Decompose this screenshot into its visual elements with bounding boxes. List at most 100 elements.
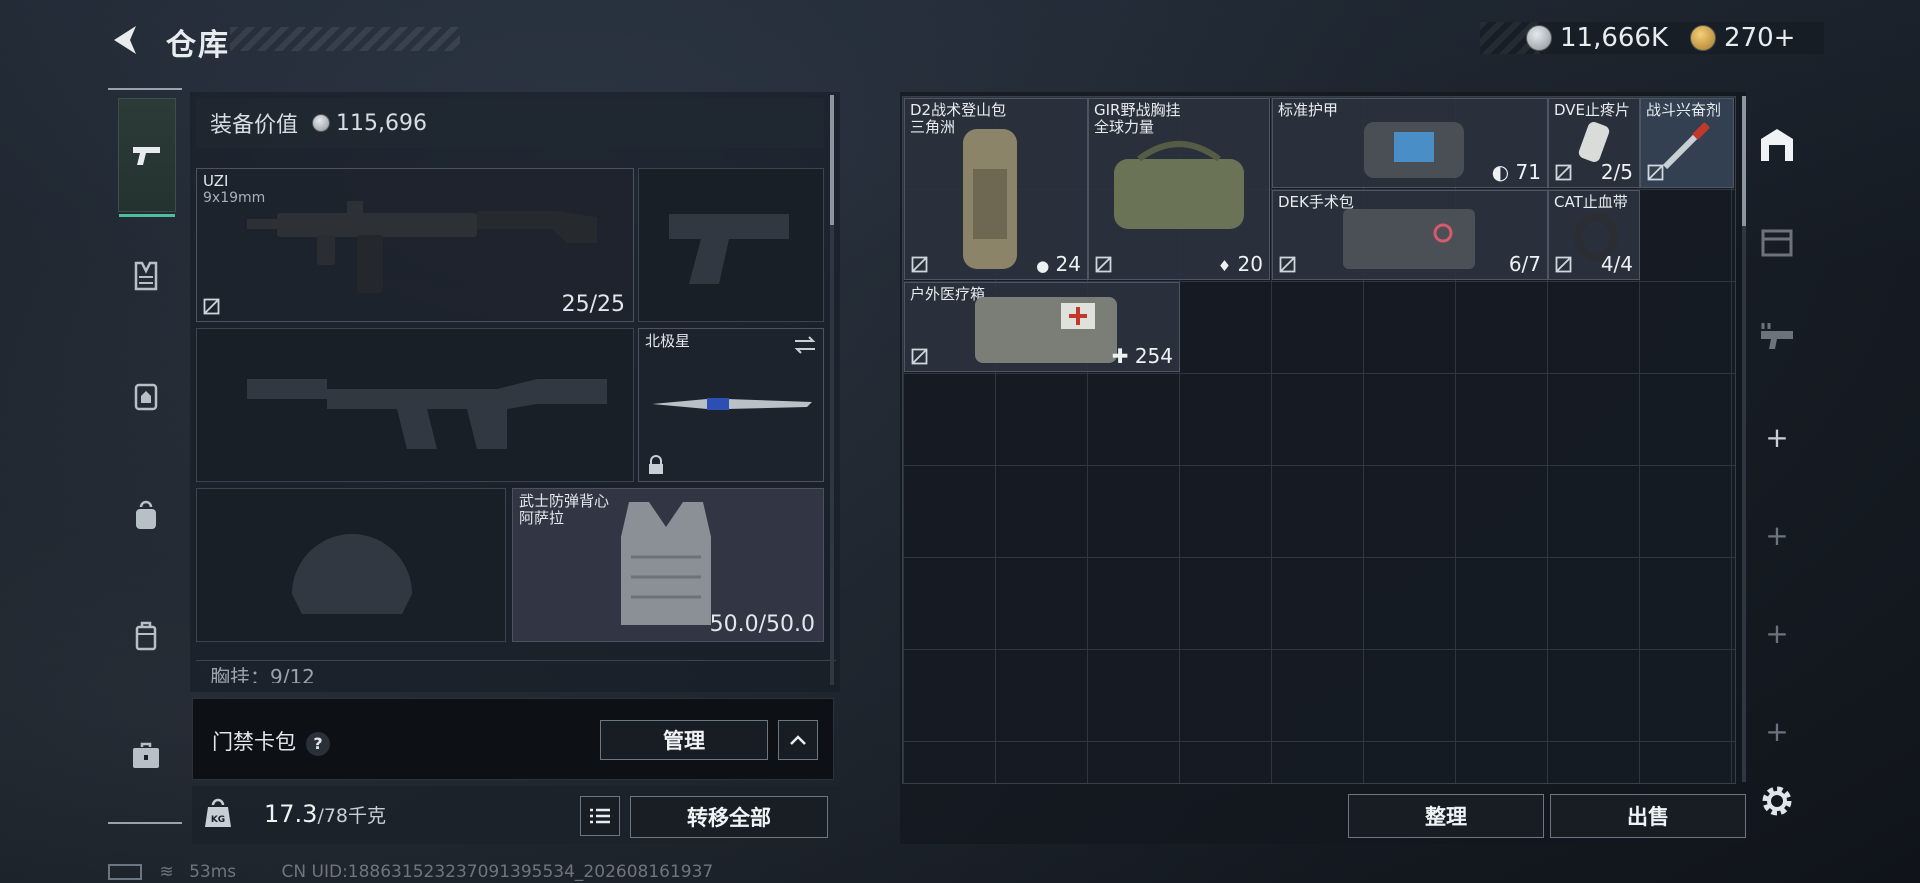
no-insure-icon — [203, 298, 220, 315]
add-tab-button[interactable]: + — [1752, 392, 1802, 482]
settings-button[interactable] — [1752, 776, 1802, 826]
item-dek-surgical-kit[interactable]: DEK手术包 6/7 — [1272, 190, 1548, 280]
tab-toolbox[interactable] — [118, 700, 174, 812]
plus-icon: + — [1765, 420, 1789, 454]
knife-image — [652, 398, 812, 410]
add-tab-button-locked[interactable]: + — [1752, 588, 1802, 678]
tab-weapon-rack[interactable] — [1752, 292, 1802, 382]
uzi-image — [247, 201, 597, 293]
stimulant-image — [1662, 122, 1710, 170]
vest-icon — [134, 261, 158, 291]
helmet-placeholder-icon — [292, 534, 412, 614]
item-count: 2/5 — [1600, 160, 1633, 184]
weapon-rack-icon — [1761, 323, 1793, 349]
expand-button[interactable] — [778, 720, 818, 760]
no-insure-icon — [1095, 256, 1112, 273]
slot-pistol[interactable] — [638, 168, 824, 322]
silver-coin-icon — [312, 114, 331, 132]
gear-icon — [1762, 786, 1792, 816]
storage-scrollbar[interactable] — [1742, 96, 1746, 782]
item-brand: 全球力量 — [1094, 118, 1155, 136]
plus-icon: ✚ — [1111, 344, 1129, 368]
ammo-count: 25/25 — [561, 292, 625, 317]
item-count: 71 — [1515, 160, 1541, 184]
item-standard-armor[interactable]: 标准护甲 ◐ 71 — [1272, 98, 1548, 188]
scrollbar-thumb[interactable] — [1742, 96, 1746, 226]
item-combat-stimulant[interactable]: 战斗兴奋剂 — [1640, 98, 1734, 188]
chest-rig-row[interactable]: 胸挂：9/12 — [196, 660, 836, 683]
armor-icon — [134, 383, 158, 411]
shield-icon: ◐ — [1491, 160, 1510, 184]
manage-button[interactable]: 管理 — [600, 720, 768, 760]
no-insure-icon — [1647, 164, 1664, 181]
slot-primary-weapon[interactable]: UZI 9x19mm 25/25 — [196, 168, 634, 322]
chest-rig-image — [1114, 141, 1244, 229]
tab-storage-2[interactable] — [1752, 196, 1802, 286]
plus-icon: + — [1765, 518, 1789, 552]
lock-icon — [649, 455, 663, 474]
backpack-image — [963, 129, 1017, 269]
keycard-label: 门禁卡包 — [212, 730, 296, 754]
pistol-icon — [133, 147, 160, 165]
add-tab-button-locked[interactable]: + — [1752, 686, 1802, 776]
nav-divider-top — [108, 88, 182, 90]
equipment-value-bar: 装备价值 115,696 — [196, 98, 824, 148]
no-insure-icon — [1555, 164, 1572, 181]
no-insure-icon — [911, 348, 928, 365]
chevron-up-icon — [790, 735, 806, 745]
slot-melee[interactable]: 北极星 — [638, 328, 824, 482]
back-arrow-icon[interactable] — [108, 22, 144, 58]
medkit-image — [975, 297, 1117, 363]
item-cat-tourniquet[interactable]: CAT止血带 4/4 — [1548, 190, 1640, 280]
equipment-value: 115,696 — [336, 110, 427, 136]
tab-weapons[interactable] — [118, 98, 176, 217]
add-tab-button-locked[interactable]: + — [1752, 490, 1802, 580]
tab-backpack[interactable] — [118, 460, 174, 572]
loadout-scrollbar[interactable] — [830, 95, 834, 685]
sell-button[interactable]: 出售 — [1550, 794, 1746, 838]
backpack-icon — [136, 500, 156, 529]
tab-warehouse[interactable] — [1752, 100, 1802, 190]
plus-icon: + — [1765, 616, 1789, 650]
silver-coin-icon — [1526, 25, 1552, 51]
vest-icon: ♦ — [1217, 257, 1232, 275]
gold-coin-icon — [1690, 25, 1717, 51]
user-uid: CN UID:188631523237091395534_20260816193… — [281, 862, 714, 882]
swap-icon[interactable] — [793, 335, 817, 355]
slot-secondary-weapon[interactable] — [196, 328, 634, 482]
list-icon — [590, 808, 610, 824]
help-icon[interactable]: ? — [306, 731, 330, 756]
item-name: GIR野战胸挂 — [1094, 101, 1181, 119]
armor-name: 武士防弹背心 — [519, 492, 610, 510]
silver-amount: 11,666K — [1560, 23, 1669, 53]
item-gir-chest-rig[interactable]: GIR野战胸挂 全球力量 ♦ 20 — [1088, 98, 1270, 280]
armor-case-image — [1364, 122, 1464, 178]
tab-chest-rig[interactable] — [118, 220, 174, 332]
item-dve-painkiller[interactable]: DVE止疼片 2/5 — [1548, 98, 1640, 188]
no-insure-icon — [911, 256, 928, 273]
item-count: 20 — [1237, 252, 1263, 276]
plus-icon: + — [1765, 714, 1789, 748]
transfer-all-button[interactable]: 转移全部 — [630, 796, 828, 838]
vest-image — [621, 502, 711, 625]
svg-text:KG: KG — [211, 815, 225, 825]
gold-amount: 270+ — [1724, 23, 1796, 53]
slot-body-armor[interactable]: 武士防弹背心 阿萨拉 50.0/50.0 — [512, 488, 824, 642]
page-title: 仓库 — [166, 28, 230, 63]
scrollbar-thumb[interactable] — [830, 95, 834, 225]
battery-icon — [108, 864, 142, 880]
armor-durability: 50.0/50.0 — [709, 612, 815, 637]
backpack-icon: ● — [1036, 257, 1050, 275]
item-count: 24 — [1055, 252, 1081, 276]
slot-helmet[interactable] — [196, 488, 506, 642]
item-count: 4/4 — [1600, 252, 1633, 276]
item-count: 254 — [1134, 344, 1173, 368]
list-view-button[interactable] — [580, 796, 620, 836]
armor-brand: 阿萨拉 — [519, 509, 565, 527]
item-outdoor-medkit[interactable]: 户外医疗箱 ✚ 254 — [904, 282, 1180, 372]
tab-case[interactable] — [118, 580, 174, 692]
organize-button[interactable]: 整理 — [1348, 794, 1544, 838]
item-d2-backpack[interactable]: D2战术登山包 三角洲 ● 24 — [904, 98, 1088, 280]
weight-current: 17.3 — [264, 800, 318, 828]
tab-armor[interactable] — [118, 340, 174, 452]
